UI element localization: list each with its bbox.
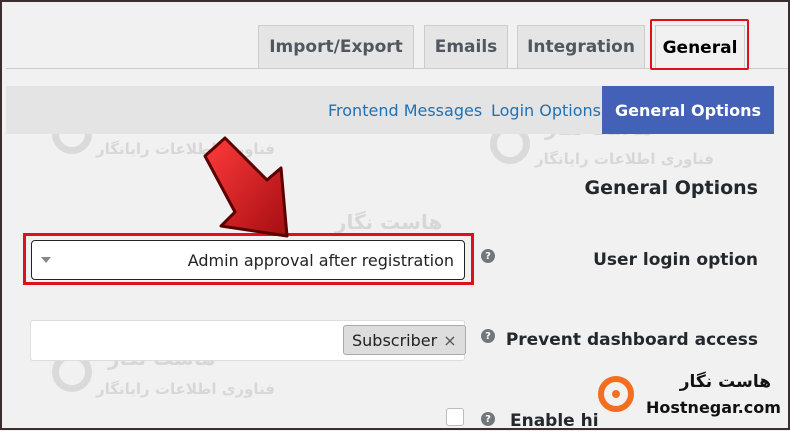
brand-logo: هاست نگار Hostnegar.com <box>598 368 783 424</box>
brand-name-fa: هاست نگار <box>679 372 771 392</box>
general-tab-highlight <box>650 19 749 70</box>
subnav-frontend-messages[interactable]: Frontend Messages <box>328 86 482 134</box>
role-chip: Subscriber × <box>343 325 466 355</box>
tab-import-export[interactable]: Import/Export <box>258 25 414 68</box>
select-value: Admin approval after registration <box>187 250 454 270</box>
question-circle-icon[interactable]: ? <box>481 249 495 263</box>
subnav-general-options[interactable]: General Options <box>602 86 775 134</box>
tab-integration[interactable]: Integration <box>517 25 645 68</box>
user-login-option-select[interactable]: Admin approval after registration <box>31 240 465 280</box>
triangle-down-icon <box>41 257 51 263</box>
chip-remove-icon[interactable]: × <box>443 331 456 350</box>
question-circle-icon[interactable]: ? <box>481 329 495 343</box>
user-login-option-label: User login option <box>593 250 758 270</box>
tab-emails[interactable]: Emails <box>424 25 508 68</box>
prevent-dashboard-label: Prevent dashboard access <box>505 330 758 350</box>
brand-name-en: Hostnegar.com <box>646 398 781 417</box>
watermark-text: هاست نگار <box>335 210 443 234</box>
chip-label: Subscriber <box>352 330 438 350</box>
section-title: General Options <box>584 177 758 199</box>
watermark-subtext: فناوری اطلاعات رایانگار <box>535 150 715 168</box>
subnav-login-options[interactable]: Login Options <box>491 86 601 134</box>
watermark-subtext: فناوری اطلاعات رایانگار <box>96 380 276 398</box>
enable-hide-label: Enable hi <box>510 411 599 431</box>
red-arrow-icon <box>203 136 289 238</box>
hostnegar-logo-icon <box>598 376 634 412</box>
question-circle-icon[interactable]: ? <box>481 412 495 426</box>
enable-hide-checkbox[interactable] <box>446 408 464 426</box>
